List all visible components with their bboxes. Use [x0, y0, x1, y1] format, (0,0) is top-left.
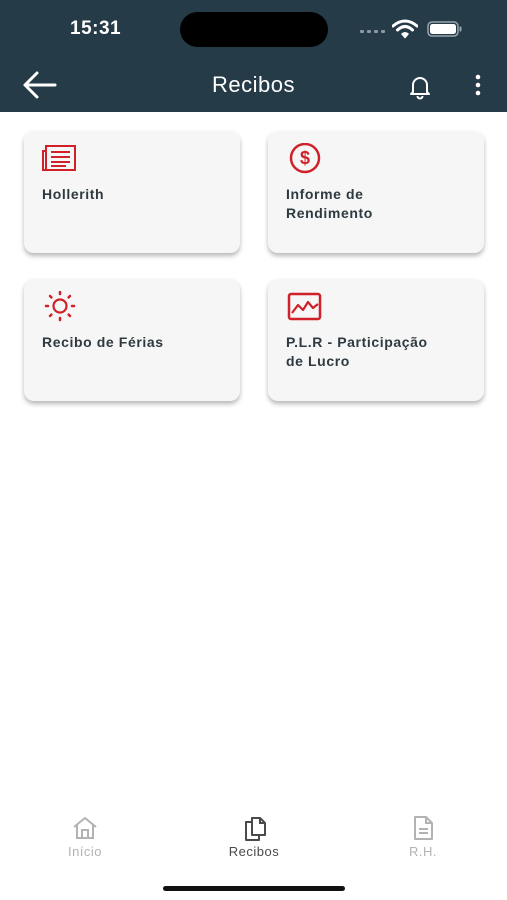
card-plr[interactable]: P.L.R - Participação de Lucro	[268, 279, 484, 401]
newspaper-icon	[42, 145, 76, 171]
more-options-icon[interactable]	[467, 72, 489, 100]
card-informe-rendimento[interactable]: $ Informe de Rendimento	[268, 131, 484, 253]
chart-icon	[287, 292, 322, 321]
card-label: Hollerith	[42, 186, 105, 202]
nav-label: Recibos	[228, 844, 280, 859]
card-label: Recibo de Férias	[42, 334, 164, 350]
bell-icon[interactable]	[406, 72, 434, 100]
app-header: 15:31 Recibos	[0, 0, 507, 112]
wifi-icon	[392, 19, 418, 39]
document-icon	[414, 816, 433, 840]
home-icon	[73, 817, 97, 839]
nav-recibos[interactable]: Recibos	[199, 814, 309, 864]
home-indicator	[163, 886, 345, 891]
card-label: P.L.R - Participação de Lucro	[286, 334, 428, 369]
nav-rh[interactable]: R.H.	[368, 814, 478, 864]
screen: 15:31 Recibos Hollerith $ Informe de Ren…	[0, 0, 507, 900]
sun-icon	[44, 291, 76, 322]
signal-icon	[360, 30, 385, 33]
svg-text:$: $	[300, 148, 310, 168]
nav-inicio[interactable]: Início	[30, 814, 140, 864]
status-time: 15:31	[70, 18, 122, 39]
battery-icon	[427, 21, 462, 37]
card-label: Informe de Rendimento	[286, 186, 373, 221]
card-recibo-ferias[interactable]: Recibo de Férias	[24, 279, 240, 401]
nav-label: R.H.	[409, 844, 437, 859]
dynamic-island	[180, 12, 328, 47]
dollar-circle-icon: $	[289, 143, 321, 174]
nav-label: Início	[67, 844, 103, 859]
documents-icon	[245, 817, 266, 841]
card-hollerith[interactable]: Hollerith	[24, 131, 240, 253]
